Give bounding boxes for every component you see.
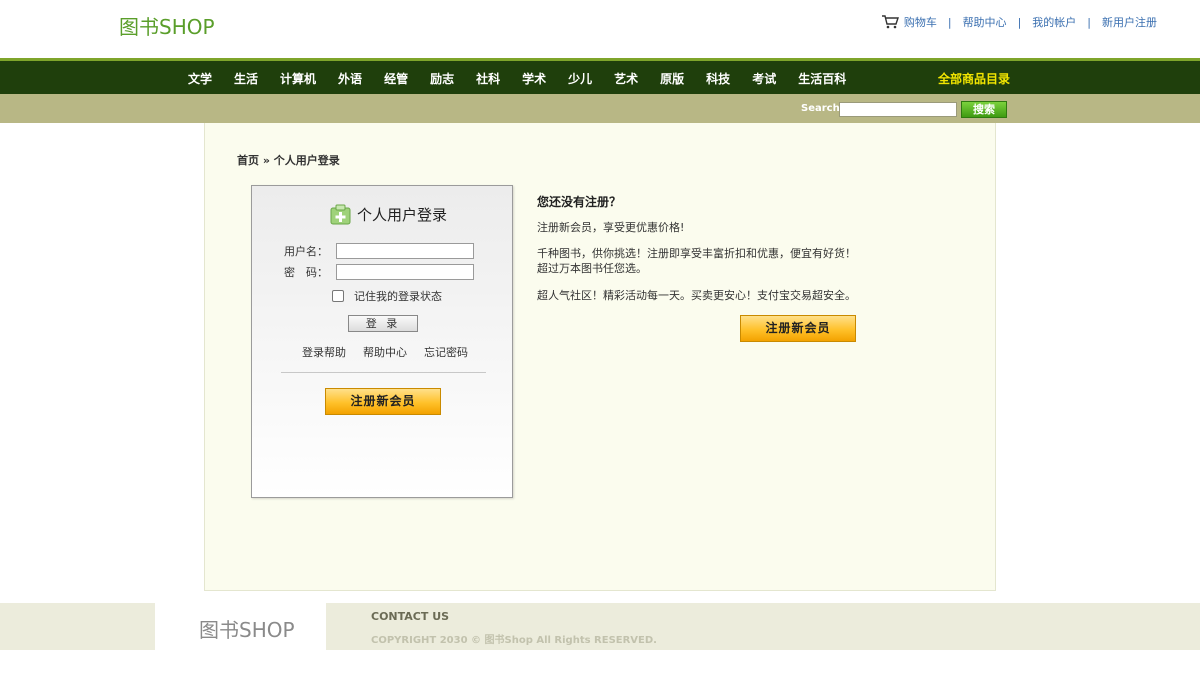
password-input[interactable] <box>336 264 474 280</box>
nav-item-life[interactable]: 生活 <box>234 70 258 87</box>
remember-me-checkbox[interactable] <box>332 290 344 302</box>
cart-link[interactable]: 购物车 <box>904 14 937 30</box>
search-bar: Search 搜索 <box>0 94 1200 123</box>
link-separator: | <box>1087 15 1091 29</box>
nav-item-business[interactable]: 经管 <box>384 70 408 87</box>
register-benefit-3: 超人气社区！精彩活动每一天。买卖更安心！支付宝交易超安全。 <box>537 289 856 302</box>
login-divider <box>281 372 486 373</box>
cart-icon[interactable] <box>881 15 899 29</box>
nav-item-literature[interactable]: 文学 <box>188 70 212 87</box>
forgot-password-link[interactable]: 忘记密码 <box>424 344 468 360</box>
nav-item-computer[interactable]: 计算机 <box>280 70 316 87</box>
search-button[interactable]: 搜索 <box>961 101 1007 118</box>
nav-item-children[interactable]: 少儿 <box>568 70 592 87</box>
top-header: 图书SHOP 购物车 | 帮助中心 | 我的帐户 | 新用户注册 <box>0 0 1200 58</box>
help-center-link[interactable]: 帮助中心 <box>963 14 1007 30</box>
main-content: 首页 » 个人用户登录 个人用户登录 用户名： 密 码： 记住我的登录状态 登 … <box>204 123 996 591</box>
nav-item-foreign-language[interactable]: 外语 <box>338 70 362 87</box>
site-logo[interactable]: 图书SHOP <box>119 11 215 40</box>
category-nav: 文学 生活 计算机 外语 经管 励志 社科 学术 少儿 艺术 原版 科技 考试 … <box>0 58 1200 94</box>
register-benefit-1: 注册新会员，享受更优惠价格! <box>537 221 685 234</box>
nav-item-technology[interactable]: 科技 <box>706 70 730 87</box>
nav-item-exam[interactable]: 考试 <box>752 70 776 87</box>
breadcrumb: 首页 » 个人用户登录 <box>237 154 340 167</box>
nav-item-social-science[interactable]: 社科 <box>476 70 500 87</box>
login-title-text: 个人用户登录 <box>357 206 448 224</box>
new-user-register-link[interactable]: 新用户注册 <box>1102 14 1157 30</box>
my-account-link[interactable]: 我的帐户 <box>1032 14 1076 30</box>
nav-item-original[interactable]: 原版 <box>660 70 684 87</box>
top-links: 购物车 | 帮助中心 | 我的帐户 | 新用户注册 <box>881 14 1157 30</box>
footer: 图书SHOP CONTACT US COPYRIGHT 2030 © 图书Sho… <box>0 603 1200 650</box>
user-login-icon <box>330 204 351 225</box>
password-label: 密 码： <box>284 266 328 279</box>
search-input[interactable] <box>839 102 957 117</box>
copyright-text: COPYRIGHT 2030 © 图书Shop All Rights RESER… <box>371 635 657 646</box>
remember-me: 记住我的登录状态 <box>332 288 442 304</box>
search-label: Search <box>801 103 840 114</box>
link-separator: | <box>1017 15 1022 29</box>
nav-item-life-encyclopedia[interactable]: 生活百科 <box>798 70 846 87</box>
register-prompt-title: 您还没有注册？ <box>537 195 622 209</box>
username-label: 用户名： <box>284 245 328 258</box>
username-input[interactable] <box>336 243 474 259</box>
login-panel: 个人用户登录 用户名： 密 码： 记住我的登录状态 登 录 登录帮助 帮助中心 … <box>251 185 513 498</box>
help-center-link[interactable]: 帮助中心 <box>363 344 407 360</box>
password-row: 密 码： <box>284 264 474 280</box>
username-row: 用户名： <box>284 243 474 259</box>
all-categories-link[interactable]: 全部商品目录 <box>938 70 1010 87</box>
link-separator: | <box>947 15 952 29</box>
register-button[interactable]: 注册新会员 <box>325 388 441 415</box>
footer-logo[interactable]: 图书SHOP <box>199 614 295 643</box>
nav-item-academic[interactable]: 学术 <box>522 70 546 87</box>
login-button[interactable]: 登 录 <box>348 315 418 332</box>
nav-item-inspiration[interactable]: 励志 <box>430 70 454 87</box>
nav-item-art[interactable]: 艺术 <box>614 70 638 87</box>
login-help-links: 登录帮助 帮助中心 忘记密码 <box>302 344 485 360</box>
register-button-side[interactable]: 注册新会员 <box>740 315 856 342</box>
nav-items: 文学 生活 计算机 外语 经管 励志 社科 学术 少儿 艺术 原版 科技 考试 … <box>188 70 868 87</box>
register-benefit-2: 千种图书，供你挑选！注册即享受丰富折扣和优惠，便宜有好货！超过万本图书任您选。 <box>537 247 856 275</box>
login-help-link[interactable]: 登录帮助 <box>302 344 346 360</box>
login-title: 个人用户登录 <box>330 204 447 225</box>
footer-logo-box: 图书SHOP <box>155 603 326 650</box>
contact-us-link[interactable]: CONTACT US <box>371 610 449 623</box>
remember-me-label: 记住我的登录状态 <box>354 290 442 303</box>
